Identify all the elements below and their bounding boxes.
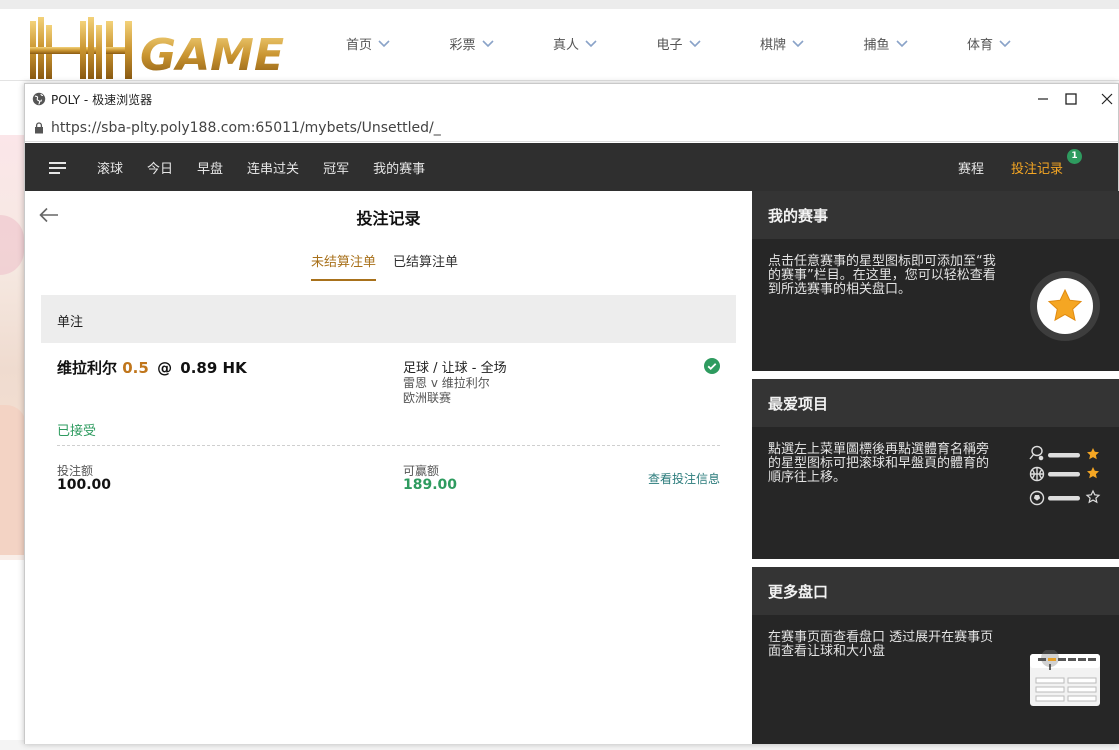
site-nav-slots[interactable]: 电子 bbox=[657, 34, 761, 53]
close-button[interactable] bbox=[1093, 88, 1119, 110]
nav-parlay[interactable]: 连串过关 bbox=[247, 158, 299, 177]
stake-value: 100.00 bbox=[57, 477, 112, 493]
bet-odds: 0.89 HK bbox=[180, 359, 247, 377]
close-icon bbox=[1101, 93, 1113, 105]
nav-today[interactable]: 今日 bbox=[147, 158, 173, 177]
nav-early[interactable]: 早盘 bbox=[197, 158, 223, 177]
site-header: GAME 首页 彩票 真人 电子 棋牌 捕鱼 体育 bbox=[0, 9, 1119, 81]
lock-icon bbox=[35, 122, 43, 134]
sports-menu: 滚球 今日 早盘 连串过关 冠军 我的赛事 bbox=[97, 143, 449, 191]
page-title: 投注记录 bbox=[356, 209, 421, 228]
site-nav-cards[interactable]: 棋牌 bbox=[760, 34, 864, 53]
svg-text:GAME: GAME bbox=[140, 30, 284, 81]
chevron-down-icon bbox=[481, 39, 494, 47]
globe-icon bbox=[32, 92, 46, 106]
maximize-icon bbox=[1065, 93, 1077, 105]
chevron-down-icon bbox=[585, 39, 597, 47]
bet-status-tabs: 未结算注单 已结算注单 bbox=[311, 251, 475, 281]
bet-league: 欧洲联赛 bbox=[403, 391, 452, 405]
tab-unsettled[interactable]: 未结算注单 bbox=[311, 251, 377, 281]
view-bet-info-link[interactable]: 查看投注信息 bbox=[648, 470, 720, 487]
nav-outright[interactable]: 冠军 bbox=[323, 158, 349, 177]
check-circle-icon bbox=[704, 358, 720, 374]
site-nav-fishing[interactable]: 捕鱼 bbox=[864, 34, 968, 53]
tab-settled[interactable]: 已结算注单 bbox=[393, 251, 458, 281]
nav-schedule[interactable]: 赛程 bbox=[958, 158, 984, 177]
bet-selection-line: 维拉利尔 0.5 @ 0.89 HK bbox=[57, 357, 247, 378]
bet-item: 维拉利尔 0.5 @ 0.89 HK 足球 / 让球 - 全场 雷恩 v 维拉利… bbox=[41, 343, 736, 513]
card-more-markets: 更多盘口 在赛事页面查看盘口 透过展开在赛事页 面查看让球和大小盘 bbox=[752, 567, 1119, 744]
maximize-button[interactable] bbox=[1057, 88, 1085, 110]
card-description: 在赛事页面查看盘口 透过展开在赛事页 面查看让球和大小盘 bbox=[768, 630, 994, 659]
card-title: 我的赛事 bbox=[752, 191, 1119, 239]
chevron-down-icon bbox=[999, 39, 1011, 47]
site-nav-home[interactable]: 首页 bbox=[346, 34, 450, 53]
card-description: 點選左上菜單圖標後再點選體育名稱旁 的星型图标可把滚球和早盤頁的體育的 順序往上… bbox=[768, 442, 990, 485]
site-logo[interactable]: GAME bbox=[28, 11, 290, 81]
card-my-events: 我的赛事 点击任意赛事的星型图标即可添加至“我 的赛事”栏目。在这里，您可以轻松… bbox=[752, 191, 1119, 371]
section-label: 单注 bbox=[57, 315, 84, 330]
address-bar[interactable]: https://sba-plty.poly188.com:65011/mybet… bbox=[25, 114, 1118, 142]
bet-count-badge: 1 bbox=[1067, 149, 1082, 164]
divider bbox=[57, 445, 720, 446]
nav-bet-record[interactable]: 投注记录 bbox=[1011, 158, 1063, 177]
bet-status: 已接受 bbox=[57, 424, 97, 439]
minimize-button[interactable] bbox=[1029, 88, 1057, 110]
single-bet-header: 单注 bbox=[41, 295, 736, 343]
bet-handicap: 0.5 bbox=[122, 359, 149, 377]
chevron-down-icon bbox=[378, 39, 390, 47]
minimize-icon bbox=[1038, 98, 1048, 100]
card-description: 点击任意赛事的星型图标即可添加至“我 的赛事”栏目。在这里，您可以轻松查看 到所… bbox=[768, 254, 996, 297]
bet-selection: 维拉利尔 bbox=[57, 359, 118, 377]
bet-at-sign: @ bbox=[157, 359, 173, 377]
card-favourites: 最爱项目 點選左上菜單圖標後再點選體育名稱旁 的星型图标可把滚球和早盤頁的體育的… bbox=[752, 379, 1119, 559]
site-nav-lottery[interactable]: 彩票 bbox=[450, 34, 554, 53]
card-title: 最爱项目 bbox=[752, 379, 1119, 427]
window-titlebar[interactable]: POLY - 极速浏览器 bbox=[25, 84, 1118, 114]
browser-window: POLY - 极速浏览器 https://sba-plty.poly188.co… bbox=[24, 83, 1119, 744]
chevron-down-icon bbox=[895, 39, 908, 47]
url-text[interactable]: https://sba-plty.poly188.com:65011/mybet… bbox=[51, 120, 441, 136]
star-icon bbox=[1030, 271, 1100, 341]
chevron-down-icon bbox=[792, 39, 804, 47]
card-title: 更多盘口 bbox=[752, 567, 1119, 615]
hamburger-menu-icon[interactable] bbox=[49, 161, 67, 175]
site-nav: 首页 彩票 真人 电子 棋牌 捕鱼 体育 bbox=[346, 34, 1071, 53]
site-banner-art-left bbox=[0, 135, 26, 560]
chevron-down-icon bbox=[688, 39, 701, 47]
info-sidebar: 我的赛事 点击任意赛事的星型图标即可添加至“我 的赛事”栏目。在这里，您可以轻松… bbox=[752, 191, 1119, 744]
window-title: POLY - 极速浏览器 bbox=[51, 93, 153, 107]
app-navbar: 滚球 今日 早盘 连串过关 冠军 我的赛事 赛程 投注记录 1 bbox=[25, 143, 1118, 191]
nav-in-play[interactable]: 滚球 bbox=[97, 158, 123, 177]
site-nav-live[interactable]: 真人 bbox=[553, 34, 657, 53]
nav-my-events[interactable]: 我的赛事 bbox=[373, 158, 425, 177]
market-table-icon bbox=[1030, 650, 1100, 706]
site-top-strip bbox=[0, 0, 1119, 9]
potential-win-value: 189.00 bbox=[403, 477, 458, 493]
site-nav-sports[interactable]: 体育 bbox=[967, 34, 1071, 53]
bets-panel: 投注记录 未结算注单 已结算注单 单注 维拉利尔 0.5 @ 0.89 HK 足… bbox=[25, 191, 752, 744]
sports-favourites-icon bbox=[1029, 445, 1101, 506]
